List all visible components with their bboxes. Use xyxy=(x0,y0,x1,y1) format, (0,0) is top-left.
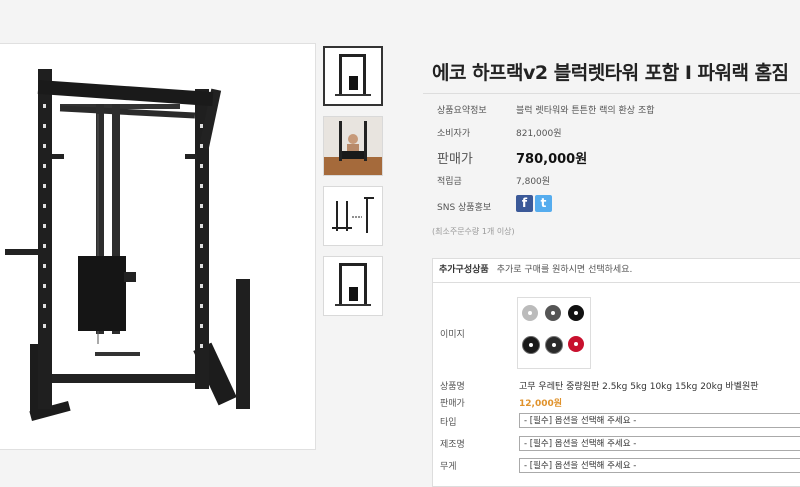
min-qty-note: (최소주문수량 1개 이상) xyxy=(432,227,515,236)
maker-select[interactable]: - [필수] 옵션을 선택해 주세요 - xyxy=(519,436,800,451)
consumer-price-row: 소비자가 821,000원 xyxy=(423,122,800,144)
addon-type-label: 타입 xyxy=(440,418,457,428)
addon-title: 추가구성상품 xyxy=(439,265,489,275)
addon-name-label: 상품명 xyxy=(440,382,465,392)
addon-price-value: 12,000원 xyxy=(519,399,563,409)
addon-price-label: 판매가 xyxy=(440,399,465,409)
type-select[interactable]: - [필수] 옵션을 선택해 주세요 - xyxy=(519,413,800,428)
consumer-price-value: 821,000원 xyxy=(516,129,562,139)
thumbnail-2[interactable] xyxy=(323,116,383,176)
price-row: 판매가 780,000원 xyxy=(423,144,800,170)
power-rack-illustration xyxy=(5,69,250,422)
summary-row: 상품요약정보 블럭 렛타워와 튼튼한 랙의 환상 조합 xyxy=(423,94,800,122)
addon-image-label: 이미지 xyxy=(440,330,465,340)
thumbnail-1[interactable] xyxy=(323,46,383,106)
points-label: 적립금 xyxy=(437,177,462,187)
addon-weight-label: 무게 xyxy=(440,462,457,472)
points-row: 적립금 7,800원 xyxy=(423,170,800,192)
plate-icon xyxy=(522,336,540,354)
main-product-image xyxy=(0,43,316,450)
plate-icon xyxy=(545,336,563,354)
points-value: 7,800원 xyxy=(516,177,551,187)
addon-maker-label: 제조명 xyxy=(440,440,465,450)
addon-section: 추가구성상품 추가로 구매를 원하시면 선택하세요. 이미지 상품명 고무 우레탄… xyxy=(432,258,800,487)
twitter-icon[interactable]: t xyxy=(535,195,552,212)
plate-icon xyxy=(522,305,538,321)
price-value: 780,000원 xyxy=(516,152,588,167)
addon-product-image[interactable] xyxy=(517,297,591,369)
product-info-table: 상품요약정보 블럭 렛타워와 튼튼한 랙의 환상 조합 소비자가 821,000… xyxy=(423,93,800,220)
facebook-icon[interactable]: f xyxy=(516,195,533,212)
addon-name-value: 고무 우레탄 중량원판 2.5kg 5kg 10kg 15kg 20kg 바벨원… xyxy=(519,382,759,392)
plate-icon xyxy=(568,336,584,352)
sns-label: SNS 상품홍보 xyxy=(437,203,492,213)
sns-row: SNS 상품홍보 ft xyxy=(423,192,800,220)
addon-desc: 추가로 구매를 원하시면 선택하세요. xyxy=(496,265,633,275)
product-title: 에코 하프랙v2 블럭렛타워 포함 I 파워랙 홈짐 xyxy=(432,62,789,84)
thumbnail-3[interactable] xyxy=(323,186,383,246)
summary-label: 상품요약정보 xyxy=(437,106,487,116)
plate-icon xyxy=(568,305,584,321)
summary-value: 블럭 렛타워와 튼튼한 랙의 환상 조합 xyxy=(516,106,655,116)
thumbnail-list xyxy=(323,46,385,326)
thumbnail-4[interactable] xyxy=(323,256,383,316)
weight-select[interactable]: - [필수] 옵션을 선택해 주세요 - xyxy=(519,458,800,473)
addon-header: 추가구성상품 추가로 구매를 원하시면 선택하세요. xyxy=(433,259,800,283)
consumer-price-label: 소비자가 xyxy=(437,129,471,139)
price-label: 판매가 xyxy=(437,152,473,167)
plate-icon xyxy=(545,305,561,321)
